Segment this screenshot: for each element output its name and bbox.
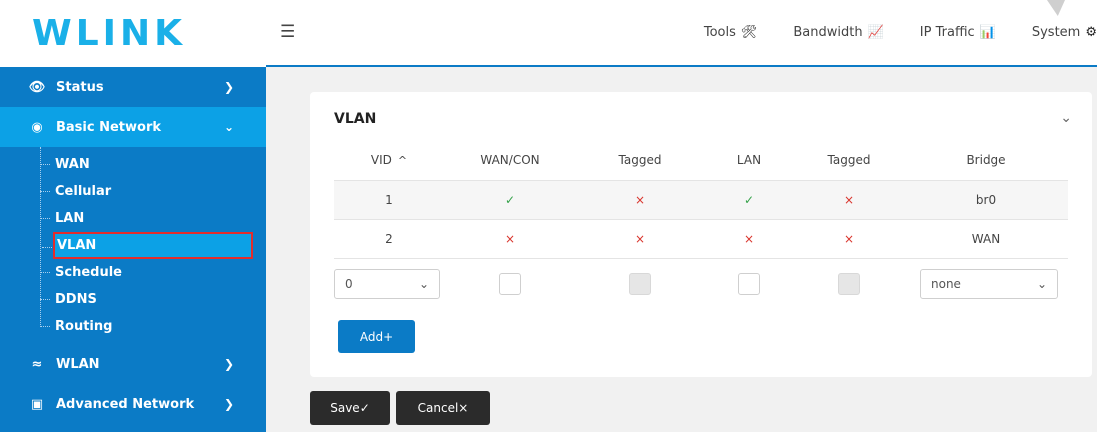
chevron-down-icon: ⌄ (1036, 277, 1047, 292)
vlan-card: VLAN ⌄ VID ^ WAN/CON Tagged LAN Tagged Br… (310, 92, 1092, 377)
lan-checkbox[interactable] (738, 273, 760, 296)
cross-icon: × (794, 180, 904, 220)
cross-icon: × (576, 180, 704, 220)
cell-vid: 1 (334, 180, 444, 220)
lan-tagged-checkbox (838, 273, 860, 296)
table-row[interactable]: 1 ✓ × ✓ × br0 (334, 180, 1068, 220)
sidebar-subitem-wan[interactable]: WAN (40, 151, 266, 178)
sidebar-item-label: Status (56, 79, 104, 95)
top-bar: ☰ Tools 🛠 Bandwidth 📈 IP Traffic 📊 Syste… (266, 0, 1097, 67)
nav-system[interactable]: System ⚙ (1032, 25, 1097, 40)
bridge-select[interactable]: none ⌄ (920, 269, 1058, 300)
cell-bridge: WAN (904, 219, 1068, 259)
bridge-select-value: none (931, 277, 961, 292)
chart-icon: 📈 (867, 25, 884, 40)
column-header-vid[interactable]: VID ^ (334, 141, 444, 181)
brand-logo: WLINK (32, 13, 187, 54)
column-header-wan-tagged: Tagged (576, 141, 704, 181)
chevron-right-icon: ❯ (224, 397, 235, 411)
sidebar-item-label: WLAN (56, 356, 100, 372)
top-navigation: Tools 🛠 Bandwidth 📈 IP Traffic 📊 System … (704, 0, 1097, 65)
nav-system-label: System (1031, 25, 1081, 40)
column-header-wan-con: WAN/CON (444, 141, 576, 181)
logo-area: WLINK (0, 0, 266, 67)
sidebar-subitem-cellular[interactable]: Cellular (40, 178, 266, 205)
chevron-down-icon: ⌄ (418, 277, 429, 292)
gear-icon: ⚙ (1085, 25, 1097, 40)
sidebar-item-label: Advanced Network (56, 396, 195, 412)
sort-up-icon: ^ (397, 154, 408, 168)
vlan-table: VID ^ WAN/CON Tagged LAN Tagged Bridge 1 … (334, 141, 1068, 310)
sidebar-subitem-ddns[interactable]: DDNS (40, 286, 266, 313)
chevron-right-icon: ❯ (224, 80, 235, 94)
table-header-row: VID ^ WAN/CON Tagged LAN Tagged Bridge (334, 141, 1068, 181)
vid-select[interactable]: 0 ⌄ (334, 269, 440, 300)
sidebar-item-status[interactable]: 👁 Status ❯ (0, 67, 266, 107)
column-header-lan: LAN (704, 141, 794, 181)
sidebar-item-wlan[interactable]: ≈ WLAN ❯ (0, 344, 266, 384)
globe-icon: ◉ (31, 119, 43, 135)
collapse-chevron-icon[interactable]: ⌄ (1060, 110, 1072, 126)
cross-icon: × (576, 219, 704, 259)
card-title: VLAN (334, 111, 377, 127)
cross-icon: × (794, 219, 904, 259)
nav-bandwidth-label: Bandwidth (793, 25, 863, 40)
tools-icon: 🛠 (740, 25, 758, 40)
column-header-lan-tagged: Tagged (794, 141, 904, 181)
nav-ip-traffic-label: IP Traffic (919, 25, 975, 40)
area-chart-icon: 📊 (979, 25, 996, 40)
hamburger-menu-icon[interactable]: ☰ (280, 22, 300, 42)
cross-icon: × (444, 219, 576, 259)
new-vlan-row: 0 ⌄ none ⌄ (334, 258, 1068, 310)
cell-bridge: br0 (904, 180, 1068, 220)
cell-vid: 2 (334, 219, 444, 259)
table-row[interactable]: 2 × × × × WAN (334, 219, 1068, 259)
vid-select-value: 0 (345, 277, 353, 292)
sidebar-item-basic-network[interactable]: ◉ Basic Network ⌄ (0, 107, 266, 147)
sidebar-subitem-lan[interactable]: LAN (40, 205, 266, 232)
sidebar-subitem-schedule[interactable]: Schedule (40, 259, 266, 286)
eye-icon: 👁 (28, 79, 46, 95)
sidebar-item-label: Basic Network (56, 119, 162, 135)
network-icon: ▣ (30, 396, 44, 412)
nav-ip-traffic[interactable]: IP Traffic 📊 (920, 25, 996, 40)
check-icon: ✓ (704, 180, 794, 220)
add-button[interactable]: Add+ (338, 320, 415, 353)
wifi-icon: ≈ (31, 356, 43, 372)
nav-tools[interactable]: Tools 🛠 (704, 25, 758, 40)
sidebar-subitem-vlan[interactable]: VLAN (42, 232, 253, 259)
nav-tools-label: Tools (703, 25, 736, 40)
sidebar-subitem-routing[interactable]: Routing (40, 313, 266, 340)
wan-con-checkbox[interactable] (499, 273, 521, 296)
wan-tagged-checkbox (629, 273, 651, 296)
save-button[interactable]: Save✓ (310, 391, 390, 425)
sidebar-item-advanced-network[interactable]: ▣ Advanced Network ❯ (0, 384, 266, 424)
nav-bandwidth[interactable]: Bandwidth 📈 (793, 25, 883, 40)
chevron-right-icon: ❯ (224, 357, 235, 371)
cross-icon: × (704, 219, 794, 259)
cancel-button[interactable]: Cancel× (396, 391, 490, 425)
basic-network-submenu: WAN Cellular LAN VLAN Schedule DDNS Rout… (0, 147, 266, 344)
sidebar: 👁 Status ❯ ◉ Basic Network ⌄ WAN Cellula… (0, 67, 266, 432)
column-header-bridge: Bridge (904, 141, 1068, 181)
check-icon: ✓ (444, 180, 576, 220)
chevron-down-icon: ⌄ (224, 120, 235, 134)
